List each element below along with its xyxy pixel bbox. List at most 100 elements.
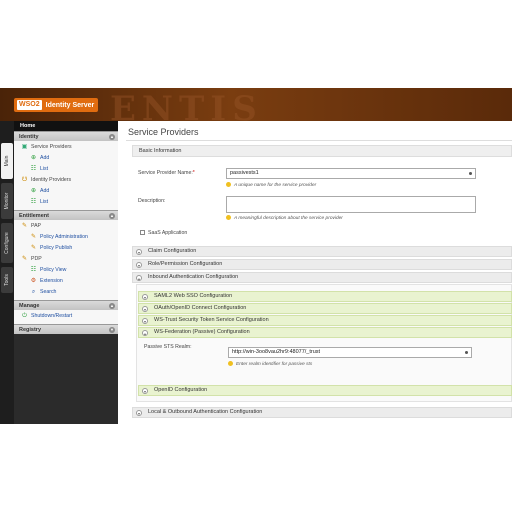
section-identity-title: Identity (19, 134, 39, 140)
section-manage-header[interactable]: Manage ▲ (14, 300, 118, 310)
info-icon (226, 182, 231, 187)
local-outbound-configuration-label: Local & Outbound Authentication Configur… (148, 409, 263, 415)
list-icon: ☷ (30, 199, 37, 205)
product-name: Identity Server (45, 101, 95, 109)
passive-sts-realm-hint: Enter realm identifier for passive sts (228, 361, 312, 367)
tab-tools-label: Tools (4, 274, 10, 286)
view-icon: ☷ (30, 267, 37, 273)
sidebar-item-sp-list[interactable]: ☷ List (14, 164, 118, 175)
collapse-arrow-icon: ▴ (142, 329, 148, 336)
sidebar-item-policy-view[interactable]: ☷ Policy View (14, 265, 118, 276)
home-tab-spacer (1, 123, 13, 131)
local-outbound-authentication-toggle[interactable]: ▾ Local & Outbound Authentication Config… (132, 407, 512, 418)
passive-sts-realm-value: http://win-3oo8vau2hr9:48077/_trust (232, 349, 321, 355)
sidebar-item-label: Policy Administration (40, 234, 88, 240)
expand-arrow-icon: ▾ (136, 248, 142, 255)
saas-checkbox[interactable] (140, 230, 145, 235)
section-entitlement-title: Entitlement (19, 213, 49, 219)
tab-monitor[interactable]: Monitor (1, 183, 13, 219)
sidebar-item-label: List (40, 199, 49, 205)
add-icon: ⊕ (30, 155, 37, 161)
list-icon: ☷ (30, 166, 37, 172)
sp-name-hint-text: A unique name for the service provider (234, 183, 317, 188)
sidebar-item-idp-list[interactable]: ☷ List (14, 197, 118, 208)
tab-configure[interactable]: Configure (1, 223, 13, 263)
claim-configuration-toggle[interactable]: ▾ Claim Configuration (132, 246, 512, 257)
inbound-configuration-label: Inbound Authentication Configuration (148, 274, 239, 280)
oauth-configuration-label: OAuth/OpenID Connect Configuration (154, 305, 247, 311)
tab-configure-label: Configure (4, 232, 10, 254)
info-icon (226, 215, 231, 220)
ws-federation-toggle[interactable]: ▴ WS-Federation (Passive) Configuration (138, 327, 512, 338)
ws-trust-toggle[interactable]: ▾ WS-Trust Security Token Service Config… (138, 315, 512, 326)
tab-monitor-label: Monitor (4, 192, 10, 210)
sidebar-item-pdp: ✎ PDP (14, 254, 118, 265)
section-entitlement-body: ✎ PAP ✎ Policy Administration ✎ Policy P… (14, 220, 118, 300)
sidebar-item-policy-administration[interactable]: ✎ Policy Administration (14, 232, 118, 243)
collapse-icon[interactable]: ▲ (109, 213, 115, 219)
sidebar-home[interactable]: Home (14, 121, 118, 131)
sidebar-item-search[interactable]: ⌕ Search (14, 287, 118, 298)
collapse-icon[interactable]: ▲ (109, 303, 115, 309)
sidebar-item-label: Search (40, 289, 57, 295)
wso2-logo-mark: WSO2 (17, 100, 42, 110)
field-status-icon (469, 172, 472, 175)
search-icon: ⌕ (31, 289, 36, 295)
ws-trust-configuration-label: WS-Trust Security Token Service Configur… (154, 317, 269, 323)
sidebar-item-label: PAP (31, 223, 41, 229)
sp-name-hint: A unique name for the service provider (226, 182, 316, 188)
sidebar-item-label: Shutdown/Restart (31, 313, 73, 319)
pap-icon: ✎ (21, 223, 28, 229)
title-divider (126, 140, 512, 141)
passive-sts-realm-label: Passive STS Realm: (144, 344, 192, 350)
sidebar-item-idp-add[interactable]: ⊕ Add (14, 186, 118, 197)
vertical-tab-bar: Main Monitor Configure Tools (0, 121, 14, 424)
product-logo[interactable]: WSO2 Identity Server (14, 98, 98, 112)
sidebar-item-label: PDP (31, 256, 42, 262)
app-window: ENTIS WSO2 Identity Server Main Monitor … (0, 88, 512, 424)
sidebar-item-label: Identity Providers (31, 177, 72, 183)
sidebar-item-extension[interactable]: ⚙ Extension (14, 276, 118, 287)
sidebar-item-pap: ✎ PAP (14, 221, 118, 232)
tab-main[interactable]: Main (1, 143, 13, 179)
sidebar-item-sp-add[interactable]: ⊕ Add (14, 153, 118, 164)
sidebar-item-service-providers: ▣ Service Providers (14, 142, 118, 153)
sidebar-item-shutdown-restart[interactable]: ⏻ Shutdown/Restart (14, 311, 118, 322)
saml2-sso-toggle[interactable]: ▾ SAML2 Web SSO Configuration (138, 291, 512, 302)
section-registry-header[interactable]: Registry ▼ (14, 324, 118, 334)
sidebar-item-label: Policy View (40, 267, 67, 273)
sp-name-label-text: Service Provider Name: (138, 170, 193, 176)
expand-arrow-icon: ▾ (142, 293, 148, 300)
openid-configuration-label: OpenID Configuration (154, 387, 208, 393)
sidebar-item-label: Service Providers (31, 144, 72, 150)
expand-arrow-icon: ▾ (136, 409, 142, 416)
passive-sts-realm-hint-text: Enter realm identifier for passive sts (236, 362, 313, 367)
section-identity-header[interactable]: Identity ▲ (14, 131, 118, 141)
inbound-authentication-toggle[interactable]: ▴ Inbound Authentication Configuration (132, 272, 512, 283)
section-manage-title: Manage (19, 303, 40, 309)
publish-icon: ✎ (30, 245, 37, 251)
header-watermark: ENTIS (110, 89, 263, 121)
collapse-icon[interactable]: ▲ (109, 134, 115, 140)
role-permission-configuration-toggle[interactable]: ▾ Role/Permission Configuration (132, 259, 512, 270)
basic-information-header: Basic Information (132, 145, 512, 157)
openid-toggle[interactable]: ▾ OpenID Configuration (138, 385, 512, 396)
expand-arrow-icon: ▾ (136, 261, 142, 268)
sp-name-input[interactable]: passivests1 (226, 168, 476, 179)
section-entitlement-header[interactable]: Entitlement ▲ (14, 210, 118, 220)
expand-icon[interactable]: ▼ (109, 327, 115, 333)
sidebar-item-label: Add (40, 188, 50, 194)
section-registry-title: Registry (19, 327, 42, 333)
saas-label: SaaS Application (148, 230, 188, 236)
oauth-oidc-toggle[interactable]: ▾ OAuth/OpenID Connect Configuration (138, 303, 512, 314)
identity-provider-icon: ☋ (21, 177, 28, 183)
sidebar-item-label: Policy Publish (40, 245, 73, 251)
passive-sts-realm-input[interactable]: http://win-3oo8vau2hr9:48077/_trust (228, 347, 472, 358)
add-icon: ⊕ (30, 188, 37, 194)
sidebar-item-policy-publish[interactable]: ✎ Policy Publish (14, 243, 118, 254)
expand-arrow-icon: ▾ (142, 387, 148, 394)
power-icon: ⏻ (22, 313, 27, 319)
sp-name-value: passivests1 (230, 170, 259, 176)
description-textarea[interactable] (226, 196, 476, 213)
tab-tools[interactable]: Tools (1, 267, 13, 293)
